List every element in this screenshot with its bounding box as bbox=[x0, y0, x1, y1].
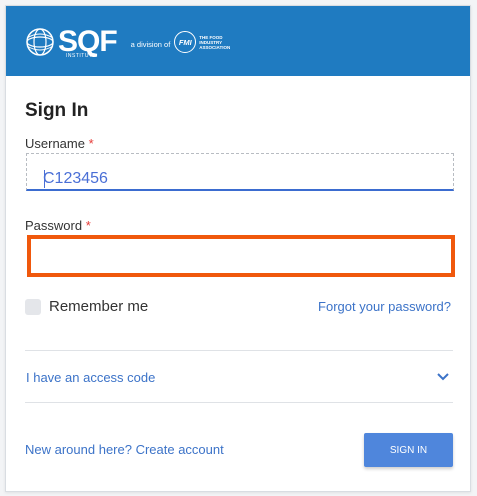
fmi-name: THE FOOD INDUSTRY ASSOCIATION bbox=[199, 34, 231, 50]
divider bbox=[25, 350, 453, 351]
remember-me[interactable]: Remember me bbox=[25, 298, 148, 315]
chevron-down-icon[interactable] bbox=[436, 369, 450, 383]
division-text: a division of bbox=[130, 39, 171, 49]
sqf-logo: SQF INSTITUTE a division of FMI THE FOOD… bbox=[24, 22, 233, 62]
required-mark: * bbox=[85, 218, 91, 233]
username-text: C123456 bbox=[43, 170, 108, 187]
forgot-password-link[interactable]: Forgot your password? bbox=[318, 299, 451, 314]
signin-button[interactable]: SIGN IN bbox=[364, 433, 453, 467]
username-field[interactable]: C123456 bbox=[26, 153, 454, 191]
page-title: Sign In bbox=[25, 100, 89, 121]
remember-checkbox[interactable] bbox=[25, 298, 41, 315]
create-account-link[interactable]: New around here? Create account bbox=[25, 442, 224, 457]
globe-icon bbox=[26, 28, 54, 56]
fmi-logo: FMI bbox=[174, 31, 197, 53]
username-label-text: Username bbox=[25, 136, 85, 151]
text-cursor bbox=[44, 170, 45, 188]
brand-sub: INSTITUTE bbox=[66, 53, 97, 59]
divider bbox=[25, 402, 453, 403]
access-code-toggle[interactable]: I have an access code bbox=[26, 370, 155, 385]
username-label: Username * bbox=[25, 136, 94, 151]
header-banner: SQF INSTITUTE a division of FMI THE FOOD… bbox=[6, 6, 470, 76]
remember-label: Remember me bbox=[49, 298, 149, 315]
password-label-text: Password bbox=[25, 218, 83, 233]
signin-card: SQF INSTITUTE a division of FMI THE FOOD… bbox=[5, 5, 471, 492]
password-field[interactable] bbox=[27, 235, 455, 277]
required-mark: * bbox=[88, 136, 94, 151]
password-label: Password * bbox=[25, 218, 91, 233]
